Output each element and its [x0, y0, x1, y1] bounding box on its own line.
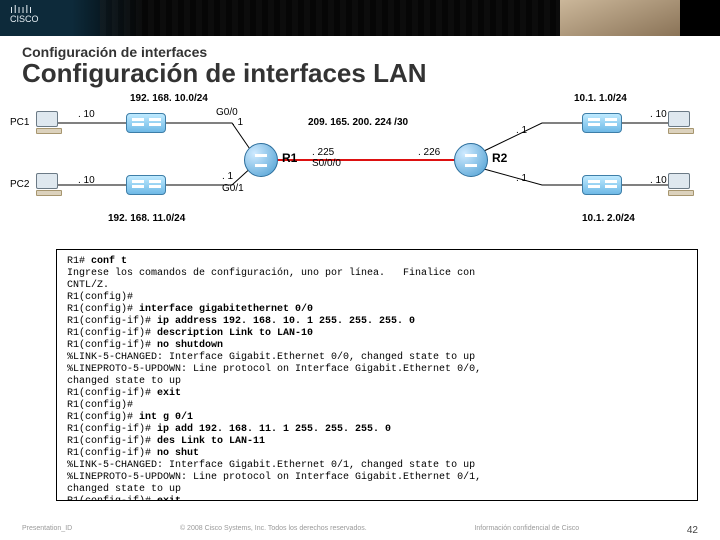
g01-label: G0/1	[222, 183, 244, 194]
pc1-label: PC1	[10, 117, 29, 128]
r2-dot1a: . 1	[516, 125, 527, 136]
subnet-top-left: 192. 168. 10.0/24	[130, 93, 208, 104]
page-number: 42	[687, 525, 698, 536]
footer-right: Información confidencial de Cisco	[474, 525, 579, 536]
pc1-host: . 10	[78, 109, 95, 120]
r2-dot1b: . 1	[516, 173, 527, 184]
router-icon	[454, 143, 488, 177]
dot226: . 226	[418, 147, 440, 158]
slide-title: Configuración de interfaces LAN	[22, 58, 698, 89]
subnet-top-right: 10.1. 1.0/24	[574, 93, 627, 104]
slide-footer: Presentation_ID © 2008 Cisco Systems, In…	[0, 525, 720, 536]
right-host-b: . 10	[650, 175, 667, 186]
dot225: . 225	[312, 147, 334, 158]
slide-content: Configuración de interfaces Configuració…	[0, 36, 720, 245]
router-icon	[244, 143, 278, 177]
logo-text: CISCO	[10, 14, 39, 24]
footer-center: © 2008 Cisco Systems, Inc. Todos los der…	[180, 525, 367, 536]
network-diagram: 192. 168. 10.0/24 10.1. 1.0/24 192. 168.…	[22, 95, 698, 245]
logo-bars-icon: ılıılı	[10, 6, 39, 14]
g01-dot1: . 1	[222, 171, 233, 182]
pc-icon	[36, 173, 62, 197]
pc2-host: . 10	[78, 175, 95, 186]
subnet-bottom-left: 192. 168. 11.0/24	[108, 213, 185, 224]
top-banner: ılıılı CISCO	[0, 0, 720, 36]
switch-icon	[126, 113, 166, 133]
cisco-logo: ılıılı CISCO	[10, 6, 39, 24]
pc-icon	[668, 173, 694, 197]
footer-left: Presentation_ID	[22, 525, 72, 536]
switch-icon	[582, 175, 622, 195]
pc-icon	[36, 111, 62, 135]
r2-label: R2	[492, 151, 507, 165]
switch-icon	[126, 175, 166, 195]
pc2-label: PC2	[10, 179, 29, 190]
pc-icon	[668, 111, 694, 135]
right-host-a: . 10	[650, 109, 667, 120]
banner-photo	[560, 0, 680, 36]
g00-dot1: . 1	[232, 117, 243, 128]
switch-icon	[582, 113, 622, 133]
s000-label: S0/0/0	[312, 158, 341, 169]
r1-label: R1	[282, 151, 297, 165]
subnet-wan: 209. 165. 200. 224 /30	[308, 117, 408, 128]
subnet-bottom-right: 10.1. 2.0/24	[582, 213, 635, 224]
terminal-output: R1# conf t Ingrese los comandos de confi…	[56, 249, 698, 501]
